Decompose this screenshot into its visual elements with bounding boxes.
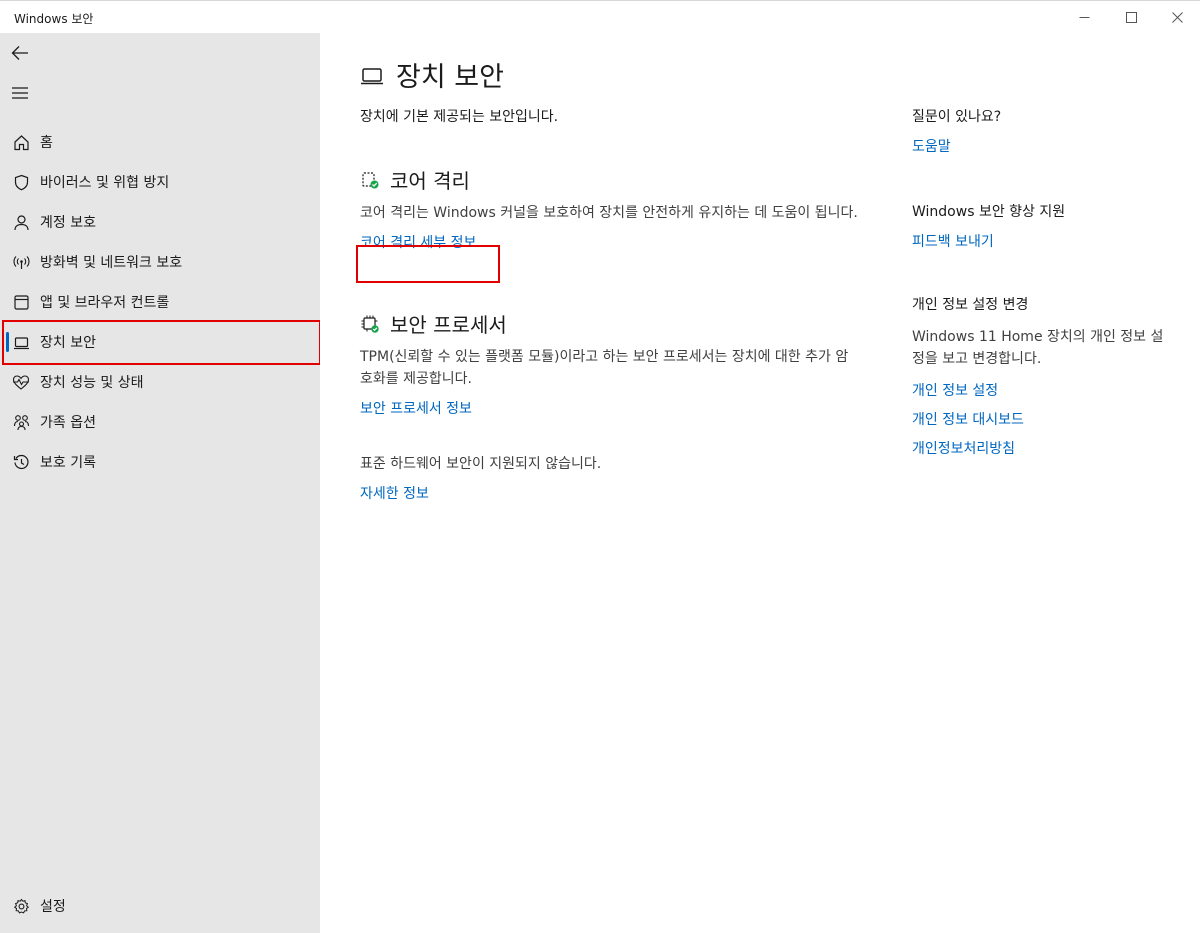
questions-heading: 질문이 있나요?	[912, 109, 1002, 125]
security-processor-description: TPM(신뢰할 수 있는 플랫폼 모듈)이라고 하는 보안 프로세서는 장치에 …	[360, 349, 849, 387]
shield-icon	[12, 173, 30, 191]
sidebar-item-label: 장치 보안	[40, 335, 96, 351]
maximize-icon	[1125, 12, 1137, 23]
learn-more-link[interactable]: 자세한 정보	[360, 483, 429, 503]
hardware-security-section: 표준 하드웨어 보안이 지원되지 않습니다. 자세한 정보	[360, 453, 860, 503]
hardware-security-status: 표준 하드웨어 보안이 지원되지 않습니다.	[360, 456, 602, 472]
sidebar-item-label: 보호 기록	[40, 455, 96, 471]
history-icon	[12, 453, 30, 471]
questions-panel: 질문이 있나요? 도움말	[912, 106, 1172, 156]
app-window-icon	[12, 293, 30, 311]
security-processor-info-link[interactable]: 보안 프로세서 정보	[360, 398, 472, 418]
sidebar-item-label: 가족 옵션	[40, 415, 96, 431]
maximize-button[interactable]	[1108, 1, 1154, 34]
core-isolation-chip-icon	[360, 170, 380, 190]
home-icon	[12, 133, 30, 151]
title-bar: Windows 보안	[0, 0, 1200, 33]
security-processor-section: 보안 프로세서 TPM(신뢰할 수 있는 플랫폼 모듈)이라고 하는 보안 프로…	[360, 309, 860, 418]
page-title: 장치 보안	[360, 55, 504, 94]
privacy-heading: 개인 정보 설정 변경	[912, 297, 1029, 313]
sidebar-item-firewall[interactable]: 방화벽 및 네트워크 보호	[4, 242, 316, 282]
minimize-button[interactable]	[1061, 1, 1107, 34]
hamburger-menu-button[interactable]	[8, 81, 32, 105]
wifi-antenna-icon	[12, 253, 30, 271]
window-title: Windows 보안	[14, 12, 94, 26]
improve-heading: Windows 보안 향상 지원	[912, 204, 1066, 220]
laptop-icon	[12, 333, 30, 351]
core-isolation-heading: 코어 격리	[360, 165, 860, 194]
minimize-icon	[1079, 17, 1089, 18]
back-arrow-icon	[11, 46, 28, 60]
improve-panel: Windows 보안 향상 지원 피드백 보내기	[912, 201, 1172, 251]
page-subtitle: 장치에 기본 제공되는 보안입니다.	[360, 109, 559, 125]
sidebar-item-protection-history[interactable]: 보호 기록	[4, 442, 316, 482]
sidebar-item-label: 홈	[40, 135, 53, 151]
highlight-box	[356, 245, 500, 283]
security-processor-heading: 보안 프로세서	[360, 309, 860, 338]
sidebar-item-label: 설정	[40, 899, 66, 915]
sidebar-item-virus-protection[interactable]: 바이러스 및 위협 방지	[4, 162, 316, 202]
sidebar-item-label: 바이러스 및 위협 방지	[40, 175, 170, 191]
gear-icon	[12, 897, 30, 915]
help-link[interactable]: 도움말	[912, 136, 1172, 156]
page-title-text: 장치 보안	[396, 62, 504, 93]
privacy-dashboard-link[interactable]: 개인 정보 대시보드	[912, 409, 1172, 429]
sidebar-item-device-performance[interactable]: 장치 성능 및 상태	[4, 362, 316, 402]
sidebar-item-label: 계정 보호	[40, 215, 96, 231]
back-button[interactable]	[8, 41, 32, 65]
sidebar-item-settings[interactable]: 설정	[4, 886, 316, 926]
security-processor-title: 보안 프로세서	[390, 313, 507, 337]
sidebar-item-label: 장치 성능 및 상태	[40, 375, 144, 391]
sidebar-item-device-security[interactable]: 장치 보안	[2, 320, 321, 365]
sidebar: 홈 바이러스 및 위협 방지 계정 보호 방화벽 및 네트워크 보호 앱 및 브…	[0, 33, 321, 933]
privacy-panel: 개인 정보 설정 변경 Windows 11 Home 장치의 개인 정보 설정…	[912, 294, 1172, 458]
sidebar-item-label: 앱 및 브라우저 컨트롤	[40, 295, 170, 311]
person-icon	[12, 213, 30, 231]
close-button[interactable]	[1154, 1, 1200, 34]
core-isolation-description: 코어 격리는 Windows 커널을 보호하여 장치를 안전하게 유지하는 데 …	[360, 205, 858, 221]
core-isolation-title: 코어 격리	[390, 169, 470, 193]
hamburger-icon	[12, 87, 28, 99]
privacy-description: Windows 11 Home 장치의 개인 정보 설정을 보고 변경합니다.	[912, 329, 1164, 367]
privacy-statement-link[interactable]: 개인정보처리방침	[912, 438, 1172, 458]
main-content: 장치 보안 장치에 기본 제공되는 보안입니다. 코어 격리 코어 격리는 Wi…	[320, 33, 1200, 933]
core-isolation-section: 코어 격리 코어 격리는 Windows 커널을 보호하여 장치를 안전하게 유…	[360, 165, 860, 252]
close-icon	[1171, 12, 1183, 23]
sidebar-item-family-options[interactable]: 가족 옵션	[4, 402, 316, 442]
laptop-icon	[360, 62, 386, 88]
sidebar-item-label: 방화벽 및 네트워크 보호	[40, 255, 183, 271]
privacy-settings-link[interactable]: 개인 정보 설정	[912, 380, 1172, 400]
sidebar-item-app-browser-control[interactable]: 앱 및 브라우저 컨트롤	[4, 282, 316, 322]
processor-chip-icon	[360, 314, 380, 334]
heart-pulse-icon	[12, 373, 30, 391]
sidebar-item-home[interactable]: 홈	[4, 122, 316, 162]
send-feedback-link[interactable]: 피드백 보내기	[912, 231, 1172, 251]
family-icon	[12, 413, 30, 431]
sidebar-item-account-protection[interactable]: 계정 보호	[4, 202, 316, 242]
